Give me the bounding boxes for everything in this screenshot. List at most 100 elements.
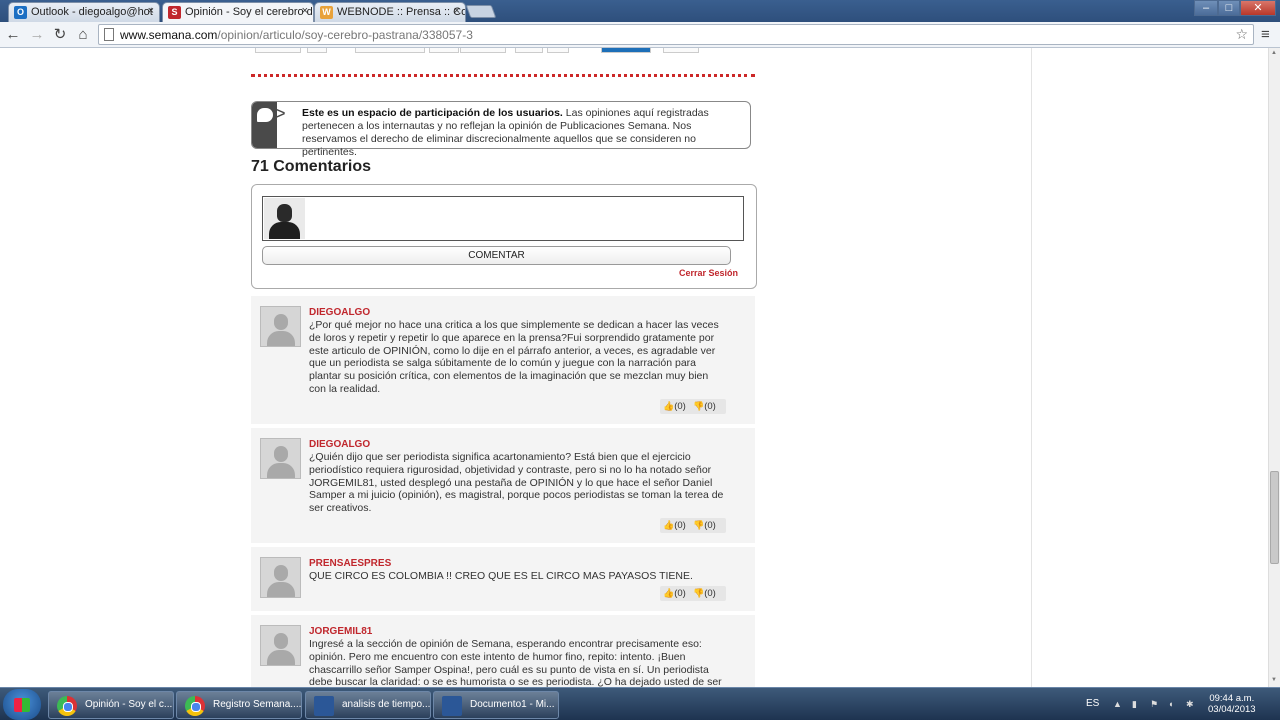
word-document-icon <box>314 696 334 716</box>
new-tab-button[interactable] <box>465 5 497 18</box>
page-icon <box>104 28 114 41</box>
maximize-button[interactable]: □ <box>1218 0 1240 16</box>
section-divider <box>251 74 755 77</box>
forward-arrow-icon[interactable]: → <box>28 26 46 44</box>
comment-item: PRENSAESPRES QUE CIRCO ES COLOMBIA !! CR… <box>251 547 755 611</box>
tab-label: Opinión - Soy el cerebro d <box>185 6 313 18</box>
webnode-icon: W <box>320 6 333 19</box>
dislike-button[interactable]: 👎(0) <box>693 518 716 533</box>
taskbar-item-opinion[interactable]: Opinión - Soy el c... <box>48 691 174 719</box>
outlook-icon: O <box>14 6 27 19</box>
menu-icon[interactable]: ≡ <box>1261 26 1270 43</box>
close-icon[interactable]: × <box>148 5 154 17</box>
close-icon[interactable]: × <box>454 5 460 17</box>
linkedin-share-button[interactable] <box>601 48 651 53</box>
comment-item: JORGEMIL81 Ingresé a la sección de opini… <box>251 615 755 687</box>
participation-notice: > Este es un espacio de participación de… <box>251 101 751 158</box>
vote-bar: 👍(0) 👎(0) <box>660 586 726 601</box>
share-button[interactable] <box>355 48 425 53</box>
share-count <box>547 48 569 53</box>
share-button[interactable] <box>460 48 506 53</box>
comment-text: ¿Por qué mejor no hace una critica a los… <box>309 319 719 395</box>
language-indicator[interactable]: ES <box>1086 698 1099 709</box>
arrow-right-icon: > <box>274 103 286 125</box>
avatar <box>260 438 301 479</box>
volume-icon[interactable]: ◖ <box>1168 699 1178 709</box>
bookmark-star-icon[interactable]: ☆ <box>1235 26 1248 43</box>
taskbar-item-registro[interactable]: Registro Semana.... <box>176 691 302 719</box>
speech-bubble-icon <box>257 108 273 122</box>
tab-outlook[interactable]: O Outlook - diegoalgo@hot × <box>8 2 160 22</box>
like-button[interactable]: 👍(0) <box>663 399 686 414</box>
comment-submit-button[interactable]: COMENTAR <box>262 246 731 265</box>
browser-toolbar: ← → ↻ ⌂ www.semana.com/opinion/articulo/… <box>0 22 1280 48</box>
comment-item: DIEGOALGO ¿Por qué mejor no hace una cri… <box>251 296 755 424</box>
address-bar[interactable]: www.semana.com/opinion/articulo/soy-cere… <box>98 24 1254 45</box>
scroll-down-icon[interactable]: ▼ <box>1271 677 1277 683</box>
close-icon[interactable]: × <box>302 5 308 17</box>
share-toolbar <box>255 48 710 54</box>
comment-author[interactable]: DIEGOALGO <box>309 439 370 450</box>
browser-tab-bar: O Outlook - diegoalgo@hot × S Opinión - … <box>0 0 1280 22</box>
scrollbar-thumb[interactable] <box>1270 471 1279 564</box>
vote-bar: 👍(0) 👎(0) <box>660 399 726 414</box>
vote-bar: 👍(0) 👎(0) <box>660 518 726 533</box>
thumbs-up-icon: 👍 <box>663 401 675 411</box>
share-button[interactable] <box>255 48 301 53</box>
page-scrollbar[interactable]: ▲ ▼ <box>1268 48 1280 687</box>
avatar <box>260 557 301 598</box>
comment-author[interactable]: DIEGOALGO <box>309 307 370 318</box>
show-hidden-icons-icon[interactable]: ▲ <box>1113 699 1123 709</box>
thumbs-down-icon: 👎 <box>693 588 705 598</box>
tab-label: Outlook - diegoalgo@hot <box>31 6 153 18</box>
dislike-button[interactable]: 👎(0) <box>693 399 716 414</box>
close-window-button[interactable]: ✕ <box>1240 0 1276 16</box>
windows-taskbar: Opinión - Soy el c... Registro Semana...… <box>0 687 1280 720</box>
comment-text: QUE CIRCO ES COLOMBIA !! CREO QUE ES EL … <box>309 570 693 582</box>
taskbar-item-documento1[interactable]: Documento1 - Mi... <box>433 691 559 719</box>
chrome-icon <box>57 696 77 716</box>
comments-count-heading: 71 Comentarios <box>251 158 372 175</box>
dislike-button[interactable]: 👎(0) <box>693 586 716 601</box>
comment-author[interactable]: JORGEMIL81 <box>309 626 372 637</box>
share-count <box>307 48 327 53</box>
share-count <box>429 48 459 53</box>
share-button[interactable] <box>663 48 699 53</box>
thumbs-up-icon: 👍 <box>663 520 675 530</box>
chrome-icon <box>185 696 205 716</box>
start-button[interactable] <box>3 689 41 720</box>
comment-author[interactable]: PRENSAESPRES <box>309 558 391 569</box>
comment-text: ¿Quién dijo que ser periodista significa… <box>309 451 724 515</box>
word-document-icon <box>442 696 462 716</box>
sidebar-divider <box>1031 48 1032 687</box>
tab-webnode[interactable]: W WEBNODE :: Prensa :: Con × <box>314 2 466 22</box>
avatar <box>260 306 301 347</box>
antivirus-icon[interactable]: ✱ <box>1186 699 1196 709</box>
like-button[interactable]: 👍(0) <box>663 586 686 601</box>
reload-icon[interactable]: ↻ <box>51 26 69 44</box>
user-avatar <box>264 198 305 239</box>
thumbs-down-icon: 👎 <box>693 520 705 530</box>
windows-logo-icon <box>14 698 30 712</box>
thumbs-down-icon: 👎 <box>693 401 705 411</box>
minimize-button[interactable]: – <box>1194 0 1218 16</box>
page-content: > Este es un espacio de participación de… <box>0 48 1268 687</box>
scroll-up-icon[interactable]: ▲ <box>1271 50 1277 56</box>
back-arrow-icon[interactable]: ← <box>4 26 22 44</box>
share-button[interactable] <box>515 48 543 53</box>
like-button[interactable]: 👍(0) <box>663 518 686 533</box>
comment-form: COMENTAR Cerrar Sesión <box>251 184 757 289</box>
thumbs-up-icon: 👍 <box>663 588 675 598</box>
home-icon[interactable]: ⌂ <box>74 26 92 44</box>
flag-icon[interactable]: ⚑ <box>1150 699 1160 709</box>
tab-label: WEBNODE :: Prensa :: Con <box>337 6 466 18</box>
logout-link[interactable]: Cerrar Sesión <box>679 268 738 278</box>
tab-semana-opinion[interactable]: S Opinión - Soy el cerebro d × <box>162 2 314 22</box>
comment-item: DIEGOALGO ¿Quién dijo que ser periodista… <box>251 428 755 543</box>
semana-icon: S <box>168 6 181 19</box>
network-icon[interactable]: ▮ <box>1132 699 1142 709</box>
avatar <box>260 625 301 666</box>
comment-input[interactable] <box>262 196 744 241</box>
taskbar-item-analisis[interactable]: analisis de tiempo... <box>305 691 431 719</box>
clock[interactable]: 09:44 a.m. 03/04/2013 <box>1208 693 1256 715</box>
